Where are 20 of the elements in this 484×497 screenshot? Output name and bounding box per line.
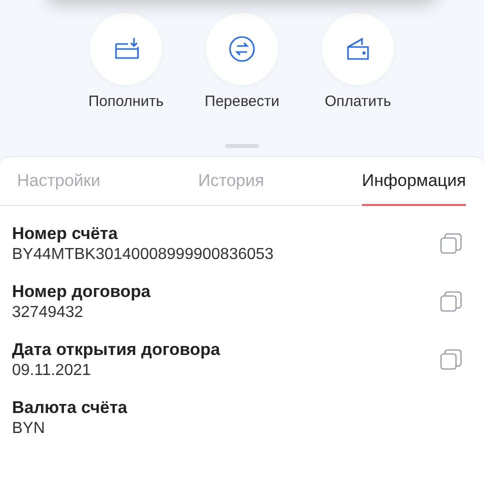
- action-label: Перевести: [204, 93, 280, 110]
- tab[interactable]: Информация: [362, 157, 466, 206]
- transfer-icon: [228, 35, 256, 63]
- field-value: 32749432: [12, 304, 84, 322]
- field-value: 09.11.2021: [12, 362, 92, 380]
- field-label: Номер договора: [12, 282, 150, 302]
- copy-icon[interactable]: [440, 291, 462, 313]
- field-value: BYN: [12, 420, 46, 438]
- field-label: Дата открытия договора: [12, 340, 220, 360]
- tab[interactable]: История: [198, 157, 264, 206]
- tab[interactable]: Настройки: [17, 157, 100, 206]
- action-label: Пополнить: [88, 93, 164, 110]
- action-label: Оплатить: [324, 93, 392, 110]
- field-value: BY44MTBK30140008999900836053: [12, 246, 274, 264]
- copy-icon[interactable]: [440, 233, 462, 255]
- copy-icon[interactable]: [440, 349, 462, 371]
- field-label: Номер счёта: [12, 224, 119, 244]
- wallet-icon: [345, 36, 371, 62]
- card-download-icon: [113, 36, 139, 62]
- field-label: Валюта счёта: [12, 398, 128, 418]
